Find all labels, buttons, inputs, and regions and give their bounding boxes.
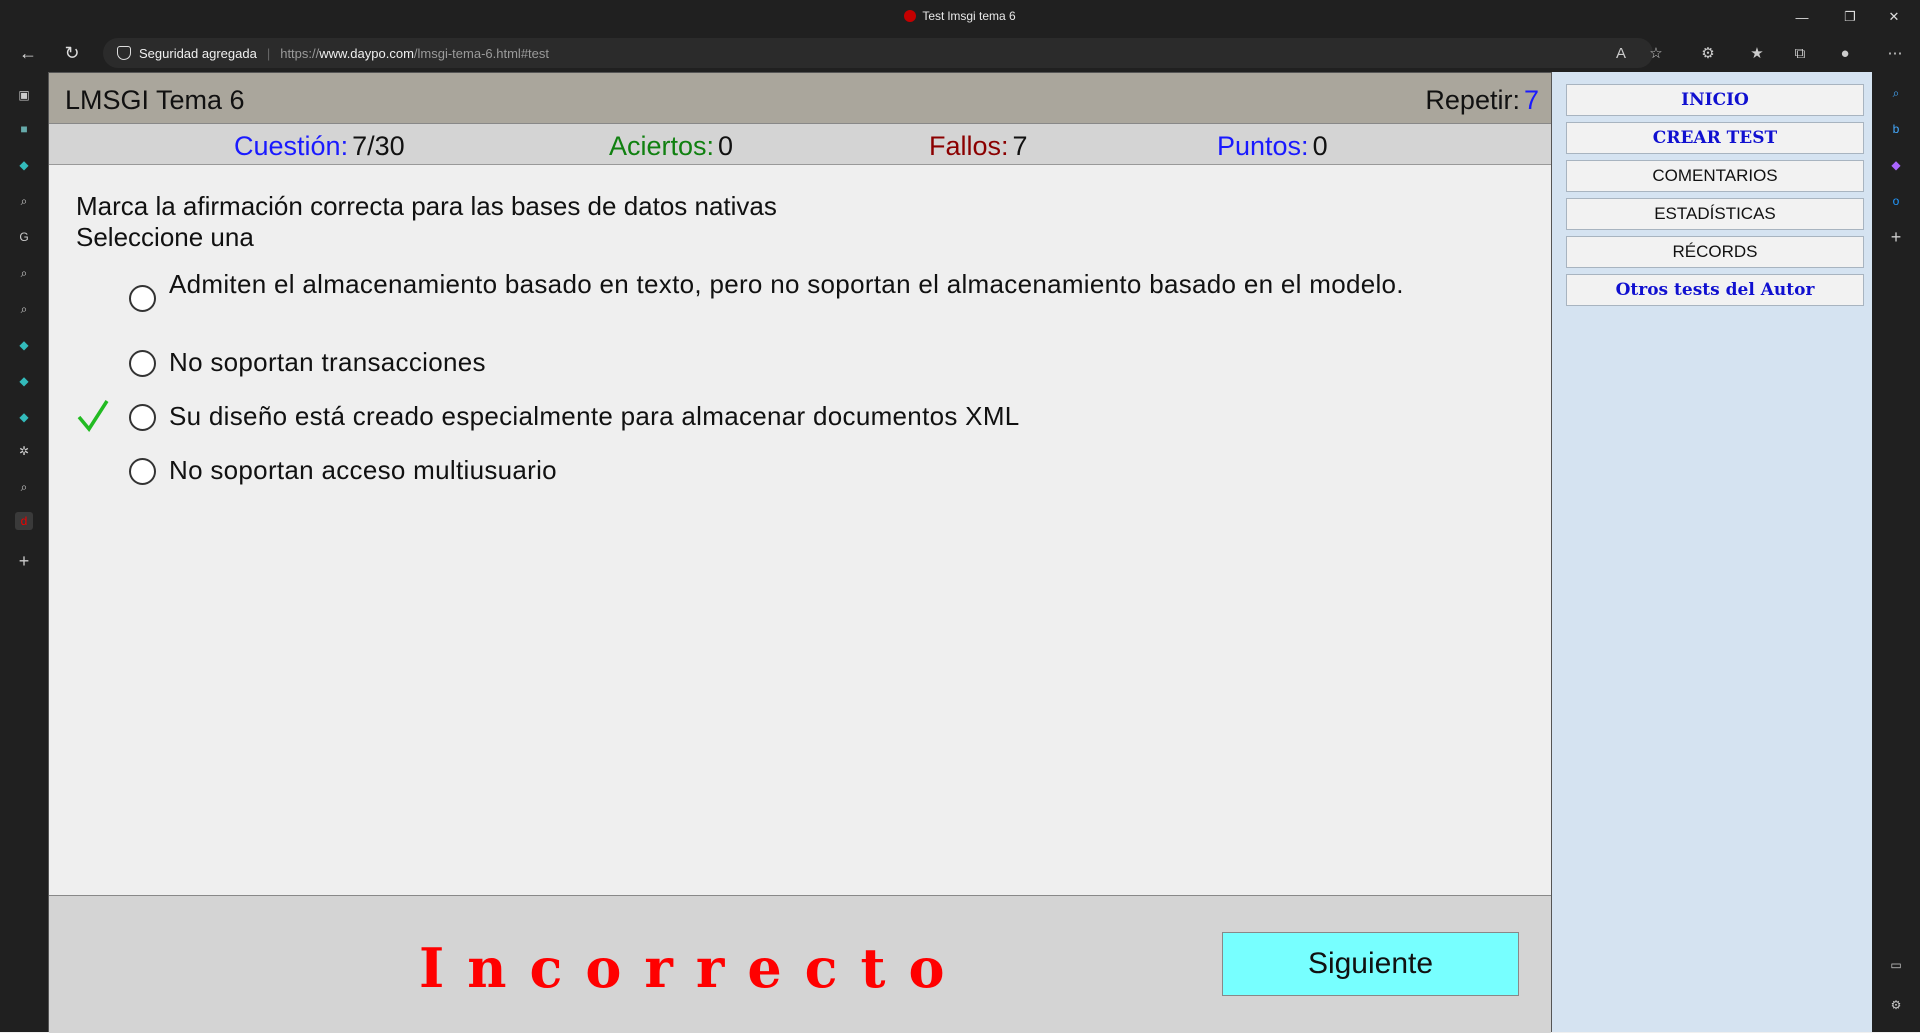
window-titlebar: Test lmsgi tema 6 — ❐ ✕ xyxy=(0,0,1920,34)
tab-favicon-icon[interactable]: ■ xyxy=(15,120,33,138)
stat-question-value: 7/30 xyxy=(352,131,405,161)
new-tab-icon[interactable]: + xyxy=(15,551,33,571)
profile-avatar-icon[interactable]: ● xyxy=(1834,43,1856,63)
refresh-icon[interactable]: ↻ xyxy=(58,41,86,65)
radio-button[interactable] xyxy=(129,404,156,431)
url-path: /lmsgi-tema-6.html#test xyxy=(413,45,549,61)
stat-correct: Aciertos: 0 xyxy=(609,131,733,162)
tab-google-icon[interactable]: G xyxy=(15,228,33,246)
stat-errors-value: 7 xyxy=(1012,131,1028,161)
answer-option[interactable]: No soportan acceso multiusuario xyxy=(129,455,1489,487)
result-message: Incorrecto xyxy=(419,936,968,1000)
bing-icon[interactable]: b xyxy=(1887,120,1905,138)
stat-question: Cuestión: 7/30 xyxy=(234,131,405,162)
security-label[interactable]: Seguridad agregada xyxy=(139,46,257,61)
tab-actions-icon[interactable]: ▣ xyxy=(15,86,33,104)
back-icon[interactable]: ← xyxy=(14,41,42,65)
stat-points: Puntos: 0 xyxy=(1217,131,1328,162)
answer-option-text: Admiten el almacenamiento basado en text… xyxy=(169,269,1404,299)
tab-favicon-icon[interactable]: ◆ xyxy=(15,408,33,426)
settings-icon[interactable]: ⚙ xyxy=(1887,996,1905,1014)
question-statement: Marca la afirmación correcta para las ba… xyxy=(76,191,777,221)
answer-option-text: No soportan transacciones xyxy=(169,347,486,377)
extensions-icon[interactable]: ⚙ xyxy=(1697,43,1719,63)
menu-comentarios[interactable]: COMENTARIOS xyxy=(1566,160,1864,192)
url-domain: www.daypo.com xyxy=(319,45,414,61)
hide-sidebar-icon[interactable]: ▭ xyxy=(1887,956,1905,974)
outlook-icon[interactable]: o xyxy=(1887,192,1905,210)
copilot-icon[interactable]: ◆ xyxy=(1887,156,1905,174)
quiz-footer: Incorrecto Siguiente xyxy=(49,895,1551,1033)
tab-search-icon[interactable]: ⌕ xyxy=(15,300,33,318)
url-separator: | xyxy=(266,45,271,61)
tab-search-icon[interactable]: ⌕ xyxy=(15,264,33,282)
url-prefix: https:// xyxy=(280,45,320,61)
tab-favicon-icon[interactable]: ◆ xyxy=(15,372,33,390)
tab-favicon-icon[interactable]: ◆ xyxy=(15,156,33,174)
stat-correct-value: 0 xyxy=(718,131,734,161)
url-field[interactable]: Seguridad agregada | https://www.daypo.c… xyxy=(103,38,1653,68)
menu-estadisticas[interactable]: ESTADÍSTICAS xyxy=(1566,198,1864,230)
stat-correct-label: Aciertos: xyxy=(609,131,715,161)
repeat-label: Repetir: xyxy=(1425,85,1520,115)
url-text[interactable]: https://www.daypo.com/lmsgi-tema-6.html#… xyxy=(280,46,549,61)
radio-button[interactable] xyxy=(129,285,156,312)
tab-search-icon[interactable]: ⌕ xyxy=(15,478,33,496)
radio-button[interactable] xyxy=(129,350,156,377)
menu-records[interactable]: RÉCORDS xyxy=(1566,236,1864,268)
answer-option[interactable]: Admiten el almacenamiento basado en text… xyxy=(129,269,1489,331)
favorites-icon[interactable]: ★ xyxy=(1746,43,1768,63)
window-title-text: Test lmsgi tema 6 xyxy=(922,9,1016,23)
tab-favicon-icon[interactable]: ✲ xyxy=(15,442,33,460)
close-button[interactable]: ✕ xyxy=(1866,0,1920,34)
radio-button[interactable] xyxy=(129,458,156,485)
repeat-counter: Repetir: 7 xyxy=(1425,85,1539,116)
question-text: Marca la afirmación correcta para las ba… xyxy=(76,191,777,253)
daypo-favicon-icon xyxy=(904,10,917,22)
correct-answer-checkmark-icon xyxy=(77,400,109,432)
repeat-value: 7 xyxy=(1523,85,1539,115)
tab-search-icon[interactable]: ⌕ xyxy=(15,192,33,210)
stats-bar: Cuestión: 7/30 Aciertos: 0 Fallos: 7 Puntos… xyxy=(49,124,1551,165)
menu-otros-tests[interactable]: Otros tests del Autor xyxy=(1566,274,1864,306)
shield-icon xyxy=(117,46,131,60)
side-menu: INICIO CREAR TEST COMENTARIOS ESTADÍSTIC… xyxy=(1566,84,1864,312)
quiz-header: LMSGI Tema 6 Repetir: 7 xyxy=(49,73,1551,124)
vertical-tabs-bar: ▣ ■ ◆ ⌕ G ⌕ ⌕ ◆ ◆ ◆ ✲ ⌕ d + xyxy=(0,72,48,1032)
edge-sidebar: ⌕ b ◆ o + ▭ ⚙ xyxy=(1872,72,1920,1032)
stat-errors-label: Fallos: xyxy=(929,131,1009,161)
tab-daypo-active-icon[interactable]: d xyxy=(15,512,33,530)
more-menu-icon[interactable]: ⋯ xyxy=(1884,43,1906,63)
answer-option-text: No soportan acceso multiusuario xyxy=(169,455,557,485)
collections-icon[interactable]: ⧉ xyxy=(1789,43,1811,63)
question-instruction: Seleccione una xyxy=(76,222,254,252)
add-favorite-icon[interactable]: ☆ xyxy=(1645,43,1667,63)
answer-option[interactable]: Su diseño está creado especialmente para… xyxy=(129,401,1489,433)
stat-errors: Fallos: 7 xyxy=(929,131,1028,162)
address-bar: ← ↻ Seguridad agregada | https://www.day… xyxy=(0,34,1920,72)
add-sidebar-app-icon[interactable]: + xyxy=(1887,227,1905,247)
search-icon[interactable]: ⌕ xyxy=(1887,84,1905,102)
window-title: Test lmsgi tema 6 xyxy=(0,9,1920,23)
quiz-panel: LMSGI Tema 6 Repetir: 7 Cuestión: 7/30 Aci… xyxy=(48,72,1552,1033)
read-aloud-icon[interactable]: A xyxy=(1610,43,1632,63)
page-content: LMSGI Tema 6 Repetir: 7 Cuestión: 7/30 Aci… xyxy=(48,72,1872,1033)
menu-inicio[interactable]: INICIO xyxy=(1566,84,1864,116)
answer-option[interactable]: No soportan transacciones xyxy=(129,347,1489,379)
menu-crear-test[interactable]: CREAR TEST xyxy=(1566,122,1864,154)
next-button[interactable]: Siguiente xyxy=(1222,932,1519,996)
stat-points-value: 0 xyxy=(1312,131,1328,161)
tab-favicon-icon[interactable]: ◆ xyxy=(15,336,33,354)
stat-question-label: Cuestión: xyxy=(234,131,349,161)
stat-points-label: Puntos: xyxy=(1217,131,1309,161)
answer-option-text: Su diseño está creado especialmente para… xyxy=(169,401,1020,431)
quiz-title: LMSGI Tema 6 xyxy=(65,85,245,115)
